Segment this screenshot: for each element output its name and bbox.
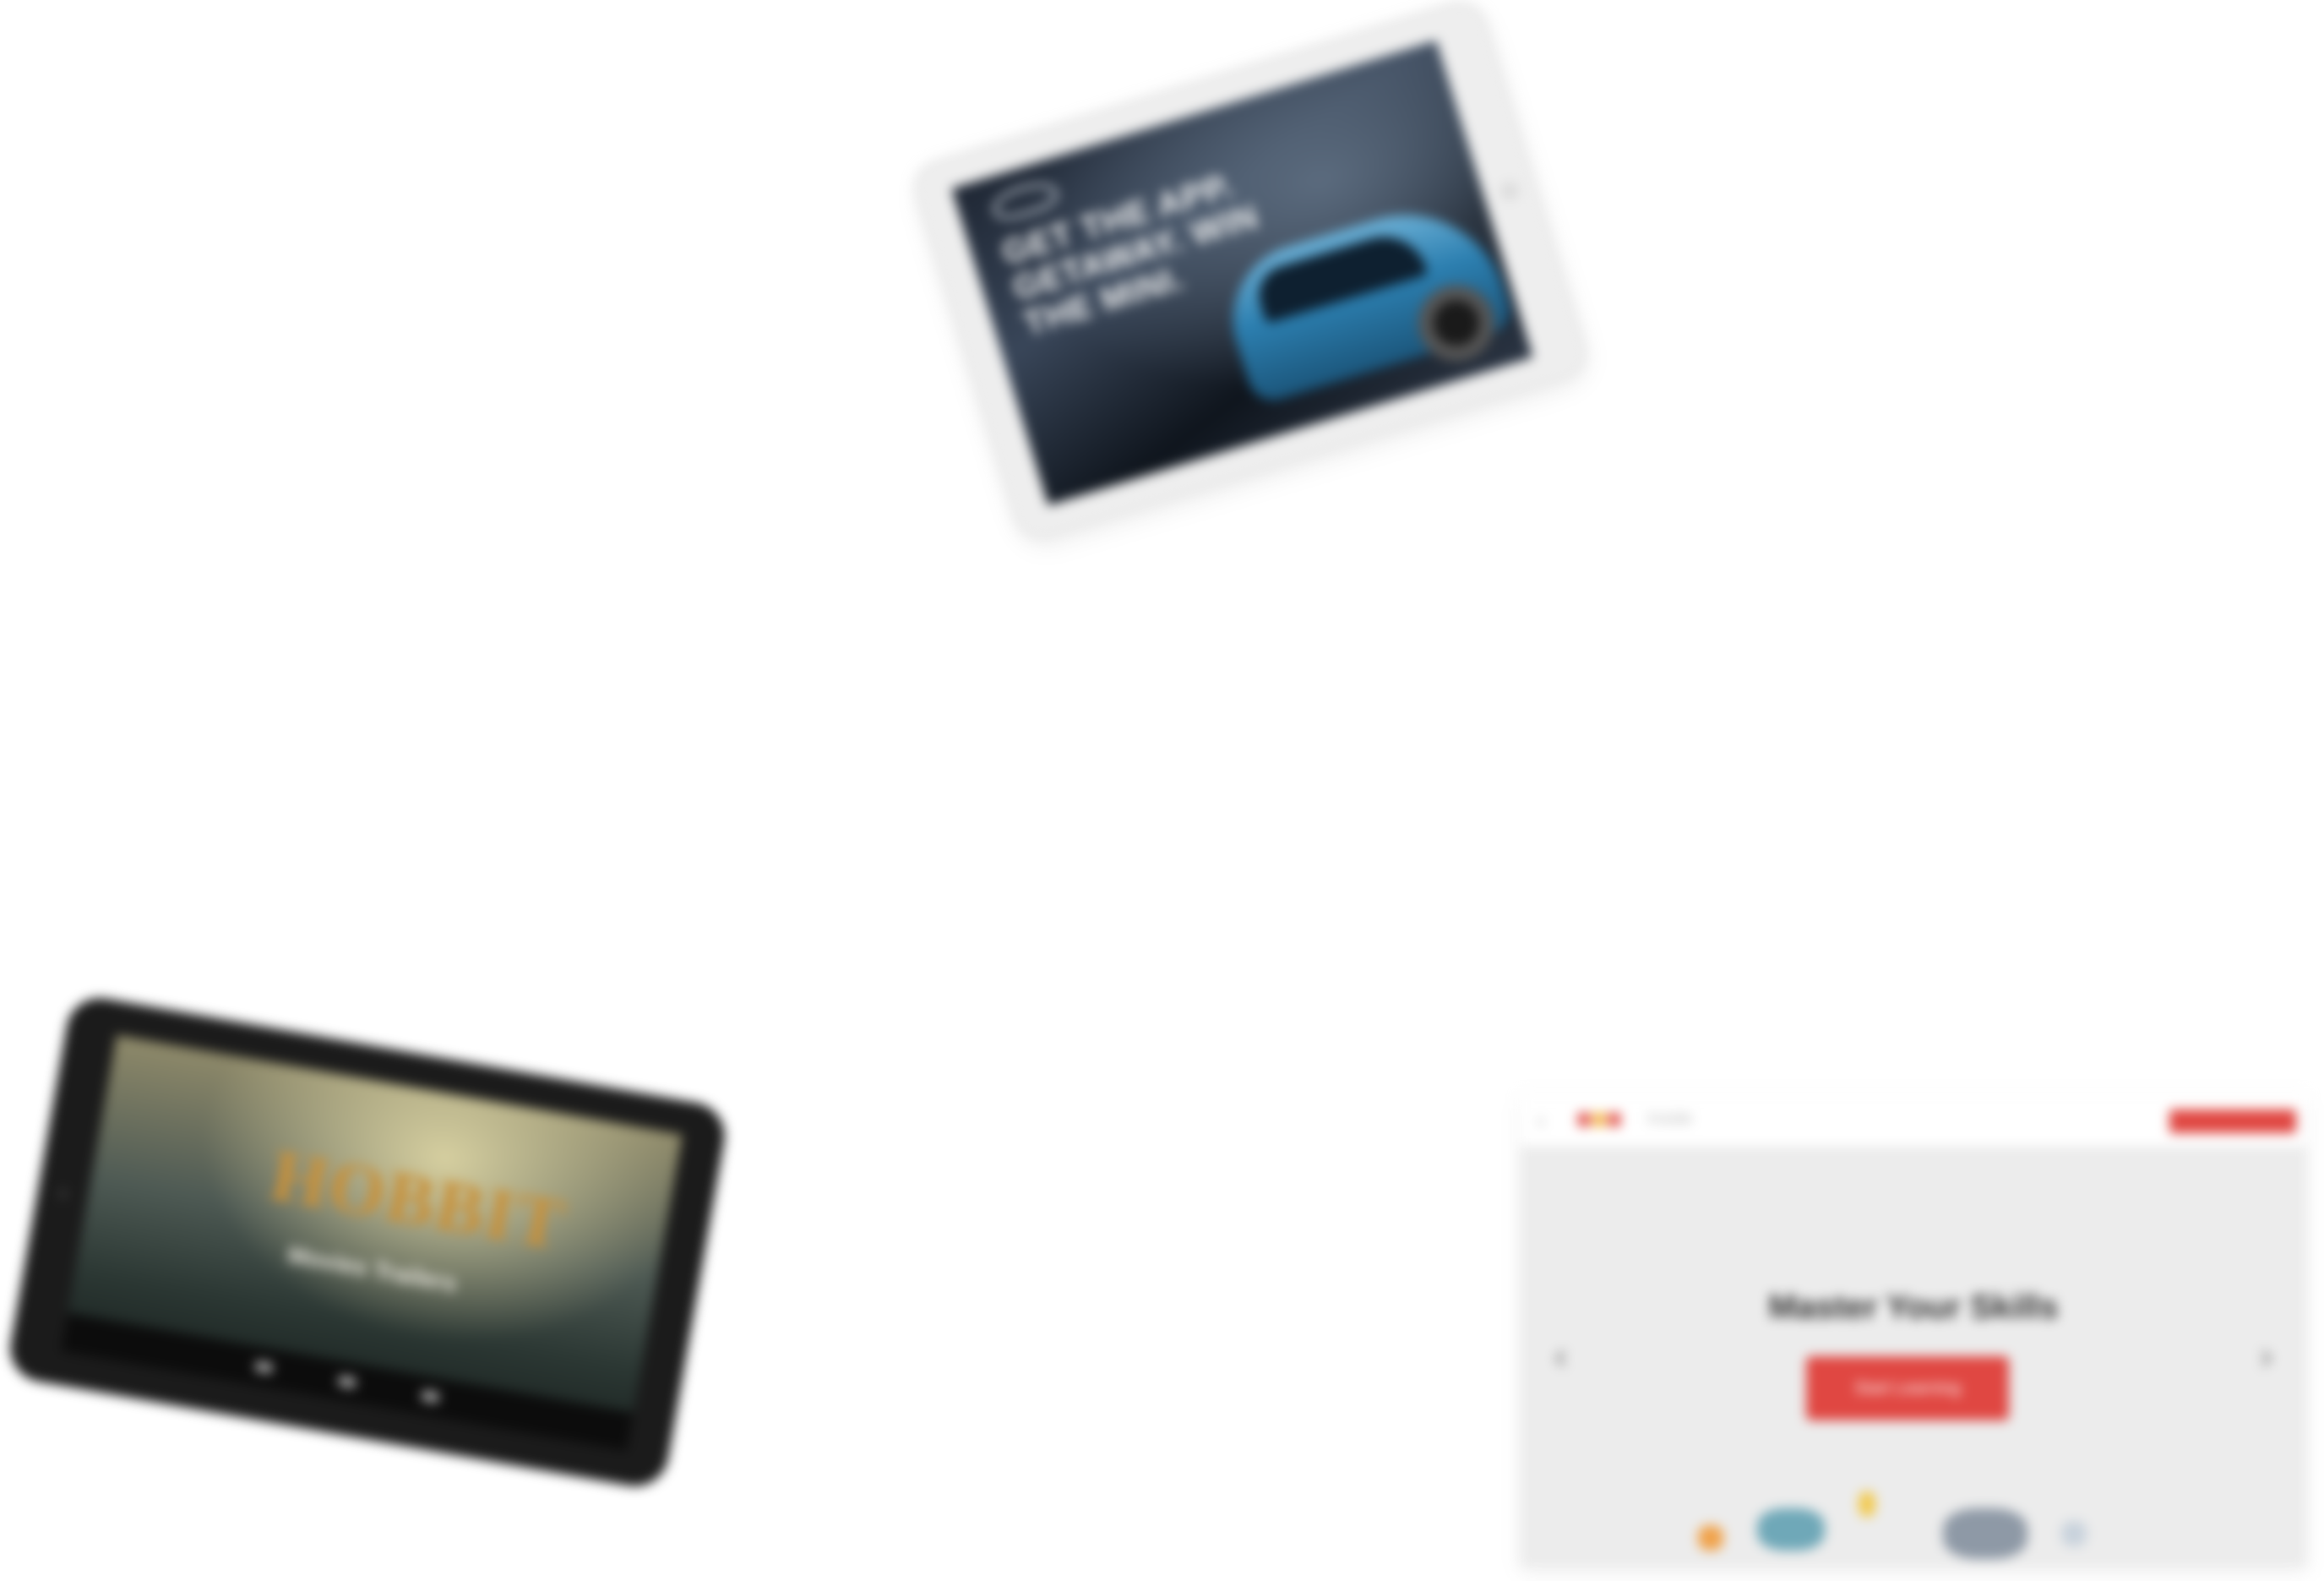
android-nav-bar (61, 1312, 634, 1452)
ipad-screen: GET THE APP. GETAWAY. WIN THE MINI. (951, 40, 1533, 506)
top-signup-button[interactable] (2169, 1109, 2296, 1133)
back-nav-icon[interactable] (254, 1360, 274, 1374)
home-nav-icon[interactable] (338, 1375, 356, 1388)
hero-title: Master Your Skills (1768, 1289, 2059, 1326)
cta-button[interactable]: Start Learning (1806, 1356, 2009, 1420)
scene: GET THE APP. GETAWAY. WIN THE MINI. HOBB… (0, 0, 2324, 1581)
recents-nav-icon[interactable] (421, 1390, 440, 1404)
browser-top-bar: ‹ Inside (1521, 1094, 2306, 1148)
movie-subtitle: Movies Trailers (286, 1241, 460, 1297)
android-tablet-device: HOBBIT Movies Trailers (5, 992, 730, 1492)
next-slide-button[interactable]: › (2260, 1335, 2272, 1377)
ipad-device: GET THE APP. GETAWAY. WIN THE MINI. (911, 0, 1590, 543)
back-arrow-icon[interactable]: ‹ (1538, 1109, 1544, 1133)
site-logo-icon[interactable] (1578, 1113, 1620, 1126)
browser-window: ‹ Inside ‹ › Master Your Skills Start Le… (1521, 1094, 2306, 1567)
prev-slide-button[interactable]: ‹ (1554, 1335, 1567, 1377)
home-button[interactable] (1498, 179, 1521, 203)
site-name: Inside (1647, 1109, 1693, 1128)
tablet-screen: HOBBIT Movies Trailers (61, 1034, 683, 1452)
hero-illustration (1690, 1441, 2146, 1559)
camera-icon (57, 1187, 69, 1200)
mini-logo-icon (988, 177, 1061, 225)
